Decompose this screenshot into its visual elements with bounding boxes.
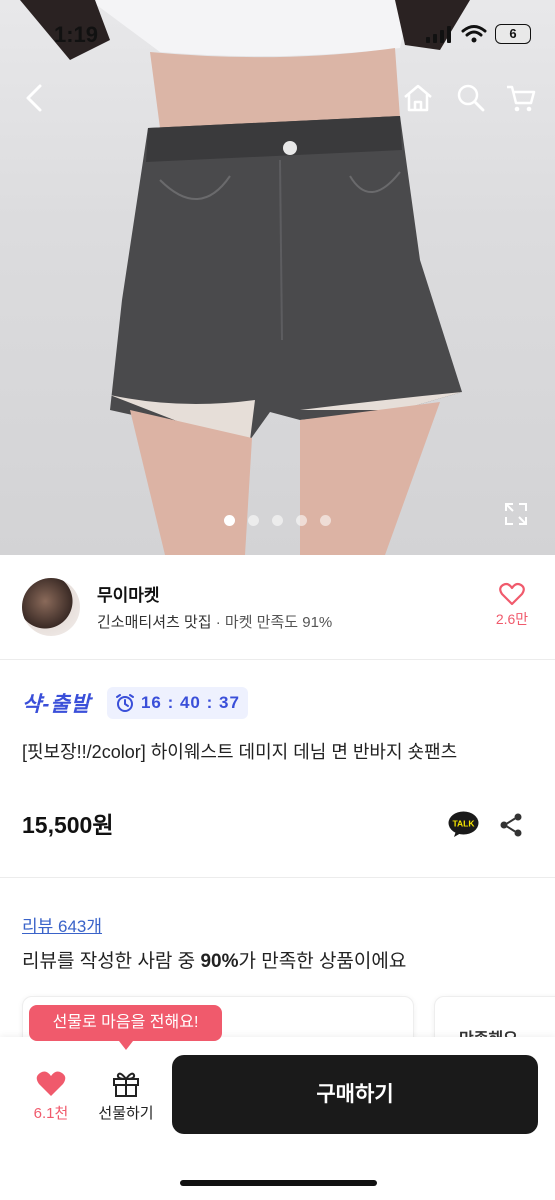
section-divider [0,877,555,878]
gift-tooltip: 선물로 마음을 전해요! [29,1005,222,1050]
seller-tagline: 긴소매티셔츠 맛집 [97,614,212,631]
review-summary-pre: 리뷰를 작성한 사람 중 [22,951,201,972]
seller-like-button[interactable]: 2.6만 [489,582,535,629]
product-title: [핏보장!!/2color] 하이웨스트 데미지 데님 면 반바지 숏팬츠 [22,742,458,762]
carousel-dot[interactable] [272,515,283,526]
status-time: 1:19 [54,22,99,47]
countdown-value: 16 : 40 : 37 [140,693,240,712]
review-count-link[interactable]: 리뷰 643개 [22,912,102,937]
promo-row: 샥-출발 16 : 40 : 37 [22,684,248,722]
expand-button[interactable] [503,501,529,532]
countdown-timer: 16 : 40 : 37 [106,687,248,719]
seller-avatar[interactable] [22,578,80,636]
talk-label: TALK [452,819,475,829]
gift-label: 선물하기 [98,1105,154,1122]
wishlist-button[interactable]: 6.1천 [22,1070,80,1123]
gift-icon [113,1072,139,1097]
back-button[interactable] [16,80,52,116]
home-icon [404,84,432,112]
home-indicator [180,1180,377,1186]
wishlist-count: 6.1천 [33,1105,69,1122]
carousel-dot[interactable] [296,515,307,526]
home-button[interactable] [400,80,436,116]
signal-icon [426,26,451,43]
heart-outline-icon [499,582,525,606]
cart-button[interactable] [503,80,539,116]
wifi-icon [461,25,487,43]
review-summary-post: 가 만족한 상품이에요 [238,951,407,972]
seller-section[interactable]: 무이마켓 긴소매티셔츠 맛집 · 마켓 만족도 91% 2.6만 [0,555,555,660]
review-summary: 리뷰를 작성한 사람 중 90%가 만족한 상품이에요 [22,946,406,973]
expand-icon [505,503,527,525]
carousel-dot[interactable] [224,515,235,526]
seller-satisfaction: · 마켓 만족도 91% [215,614,333,631]
seller-meta: 긴소매티셔츠 맛집 · 마켓 만족도 91% [97,611,332,632]
status-bar: 1:19 6 [0,0,555,70]
chevron-left-icon [26,84,42,112]
search-icon [457,84,485,112]
seller-like-count: 2.6만 [495,611,529,627]
share-icon [500,813,522,837]
top-nav [0,70,555,126]
seller-name[interactable]: 무이마켓 [97,581,160,606]
kakao-talk-button[interactable]: TALK [448,811,479,838]
cart-icon [507,85,536,112]
search-button[interactable] [453,80,489,116]
carousel-dot[interactable] [320,515,331,526]
gift-button[interactable]: 선물하기 [92,1070,160,1123]
share-button[interactable] [498,812,524,843]
product-price: 15,500원 [22,812,114,838]
heart-filled-icon [36,1071,66,1096]
carousel-dot[interactable] [248,515,259,526]
shop-delivery-logo: 샥-출발 [22,693,91,716]
buy-button[interactable]: 구매하기 [172,1055,538,1134]
alarm-clock-icon [115,694,134,712]
review-satisfaction-pct: 90% [200,951,239,972]
battery-indicator: 6 [495,24,531,44]
carousel-indicator[interactable] [0,515,555,526]
